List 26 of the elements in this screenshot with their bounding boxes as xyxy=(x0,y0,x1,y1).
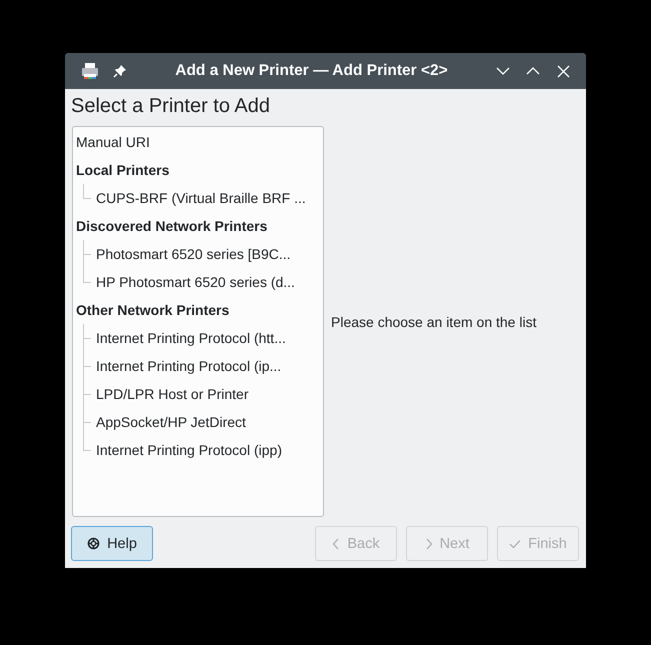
category-label: Other Network Printers xyxy=(75,301,230,320)
page-heading: Select a Printer to Add xyxy=(71,95,272,118)
chevron-right-icon xyxy=(424,538,433,550)
list-item[interactable]: AppSocket/HP JetDirect xyxy=(73,408,323,436)
close-icon[interactable] xyxy=(556,64,570,78)
printer-list[interactable] xyxy=(72,126,324,517)
window-title: Add a New Printer — Add Printer <2> xyxy=(174,62,449,80)
list-item[interactable]: Internet Printing Protocol (htt... xyxy=(73,324,323,352)
list-item[interactable]: Internet Printing Protocol (ipp) xyxy=(73,436,323,464)
list-item[interactable]: Manual URI xyxy=(73,128,323,156)
chevron-left-icon xyxy=(332,538,340,550)
pin-icon[interactable] xyxy=(113,64,127,78)
category-label: Local Printers xyxy=(75,161,170,180)
category-label: Discovered Network Printers xyxy=(75,217,268,236)
check-icon xyxy=(509,538,522,548)
help-button[interactable]: Help xyxy=(71,526,153,561)
printer-icon xyxy=(80,61,100,81)
minimize-icon[interactable] xyxy=(496,67,510,75)
list-item[interactable]: CUPS-BRF (Virtual Braille BRF ... xyxy=(73,184,323,212)
hint-text: Please choose an item on the list xyxy=(331,314,536,330)
maximize-icon[interactable] xyxy=(526,67,540,75)
list-item[interactable]: HP Photosmart 6520 series (d... xyxy=(73,268,323,296)
list-item[interactable]: Internet Printing Protocol (ip... xyxy=(73,352,323,380)
lifebuoy-icon xyxy=(87,537,100,550)
list-item[interactable]: LPD/LPR Host or Printer xyxy=(73,380,323,408)
list-item[interactable]: Photosmart 6520 series [B9C... xyxy=(73,240,323,268)
